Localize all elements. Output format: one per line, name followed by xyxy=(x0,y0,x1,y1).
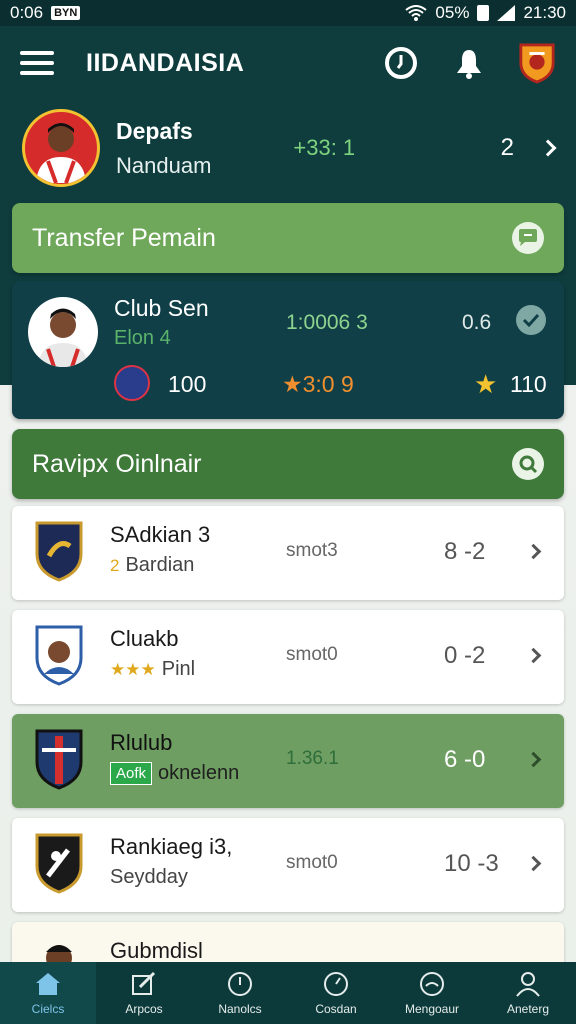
ranking-section-title: Ravipx Oinlnair xyxy=(32,449,202,478)
timer-icon xyxy=(321,970,351,998)
nav-label: Nanolcs xyxy=(218,1002,262,1016)
featured-name: Club Sen xyxy=(114,295,209,321)
signal-icon xyxy=(497,5,516,21)
status-time-left: 0:06 xyxy=(10,3,44,22)
club-crest-icon xyxy=(35,729,83,790)
star-icon: ★ xyxy=(474,369,498,399)
list-item-title: Rankiaeg i3, xyxy=(110,834,233,859)
profile-count: 2 xyxy=(500,134,514,161)
battery-icon xyxy=(477,5,490,21)
edit-icon xyxy=(129,970,159,998)
chat-icon[interactable] xyxy=(512,222,544,254)
club-crest-icon xyxy=(35,521,83,582)
clock-icon[interactable] xyxy=(382,44,420,82)
club-crest-icon xyxy=(35,625,83,686)
list-item-score: 6 -0 xyxy=(444,746,486,773)
featured-subtitle: Elon 4 xyxy=(114,327,171,349)
status-chip: BYN xyxy=(51,6,81,20)
nav-nanolcs[interactable]: Nanolcs xyxy=(192,962,288,1024)
status-time-right: 21:30 xyxy=(523,3,566,22)
featured-rating: ★3:0 9 xyxy=(282,371,354,398)
featured-value: 0.6 xyxy=(462,311,492,334)
list-item-subtitle: Seydday xyxy=(110,866,188,889)
list-item[interactable]: SAdkian 3 2 Bardian smot3 8 -2 xyxy=(12,506,564,600)
status-bar: 0:06 BYN 05% 21:30 xyxy=(0,0,576,26)
nav-label: Mengoaur xyxy=(404,1002,460,1016)
nav-label: Cosdan xyxy=(315,1002,357,1016)
featured-score: 1:0006 3 xyxy=(286,311,368,334)
chevron-right-icon[interactable] xyxy=(525,855,542,872)
list-item-sub-text: Seydday xyxy=(110,866,188,888)
list-item-selected[interactable]: Rlulub Aofk oknelenn 1.36.1 6 -0 xyxy=(12,714,564,808)
nav-label: Aneterg xyxy=(506,1002,550,1016)
profile-row[interactable]: Depafs Nanduam +33: 1 2 xyxy=(0,100,576,196)
list-item-title: SAdkian 3 xyxy=(110,522,211,547)
list-item[interactable]: Rankiaeg i3, Seydday smot0 10 -3 xyxy=(12,818,564,912)
featured-player-card[interactable]: Club Sen Elon 4 1:0006 3 0.6 100 ★3:0 9 … xyxy=(12,281,564,419)
menu-icon[interactable] xyxy=(20,51,54,75)
user-icon xyxy=(513,970,543,998)
list-item-title: Gubmdisl xyxy=(110,938,203,963)
nav-arpcos[interactable]: Arpcos xyxy=(96,962,192,1024)
chevron-right-icon[interactable] xyxy=(539,139,557,157)
search-icon[interactable] xyxy=(512,448,544,480)
nav-home[interactable]: Cielcs xyxy=(0,962,96,1024)
bottom-nav: Cielcs Arpcos Nanolcs Cosdan Mengoaur An… xyxy=(0,962,576,1024)
list-item-stat: smot3 xyxy=(286,540,338,561)
list-item-subtitle: 2 Bardian xyxy=(110,554,194,577)
app-bar: IIDANDAISIA xyxy=(0,26,576,100)
club-crest-icon[interactable] xyxy=(518,43,556,84)
list-item-sub-text: Bardian xyxy=(125,554,195,576)
profile-subtitle: Nanduam xyxy=(116,152,212,178)
wifi-icon xyxy=(405,5,428,21)
list-item-sub-text: oknelenn xyxy=(158,762,240,784)
home-icon xyxy=(33,970,63,998)
list-item-tag: 2 xyxy=(110,555,120,575)
profile-score: +33: 1 xyxy=(293,135,356,160)
list-item-title: Rlulub xyxy=(110,730,173,755)
list-item-stat: smot0 xyxy=(286,852,338,873)
list-item-title: Cluakb xyxy=(110,626,179,651)
featured-total: 110 xyxy=(510,371,547,397)
transfer-section-header[interactable]: Transfer Pemain xyxy=(12,203,564,273)
list-item-stat: 1.36.1 xyxy=(286,748,339,769)
featured-count: 100 xyxy=(168,371,207,397)
ranking-section-header[interactable]: Ravipx Oinlnair xyxy=(12,429,564,499)
nav-label: Arpcos xyxy=(125,1002,163,1016)
club-crest-icon xyxy=(35,833,83,894)
list-item-subtitle: ★★★ Pinl xyxy=(110,658,195,681)
list-item-stat: smot0 xyxy=(286,644,338,665)
club-badge-icon xyxy=(114,365,150,401)
status-battery-text: 05% xyxy=(435,3,470,22)
nav-cosdan[interactable]: Cosdan xyxy=(288,962,384,1024)
check-icon[interactable] xyxy=(516,305,546,335)
list-item-subtitle: Aofk oknelenn xyxy=(110,762,239,785)
nav-mengoaur[interactable]: Mengoaur xyxy=(384,962,480,1024)
gauge-icon xyxy=(417,970,447,998)
chevron-right-icon[interactable] xyxy=(525,751,542,768)
rating-stars-icon: ★★★ xyxy=(110,659,156,679)
list-item-tag: Aofk xyxy=(110,762,153,785)
bell-icon[interactable] xyxy=(450,44,488,82)
star-icon: ★ xyxy=(282,371,303,397)
list-item-sub-text: Pinl xyxy=(161,658,196,680)
list-item-score: 0 -2 xyxy=(444,642,486,669)
list-item-score: 10 -3 xyxy=(444,850,499,877)
list-item[interactable]: Cluakb ★★★ Pinl smot0 0 -2 xyxy=(12,610,564,704)
nav-label: Cielcs xyxy=(31,1002,65,1016)
nav-aneterg[interactable]: Aneterg xyxy=(480,962,576,1024)
chevron-right-icon[interactable] xyxy=(525,647,542,664)
clock-icon xyxy=(225,970,255,998)
app-title: IIDANDAISIA xyxy=(86,48,245,77)
avatar xyxy=(22,109,100,187)
featured-rating-value: 3:0 9 xyxy=(302,371,354,397)
list-item-score: 8 -2 xyxy=(444,538,486,565)
transfer-section-title: Transfer Pemain xyxy=(32,223,216,252)
player-avatar xyxy=(28,297,98,367)
chevron-right-icon[interactable] xyxy=(525,543,542,560)
profile-name: Depafs xyxy=(116,117,193,144)
